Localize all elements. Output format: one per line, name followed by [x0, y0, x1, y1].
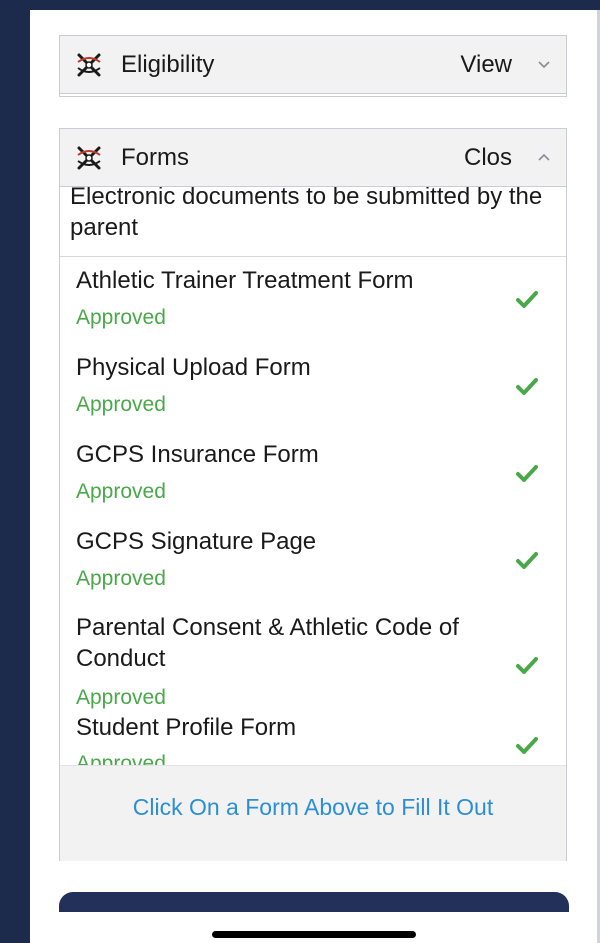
form-status: Approved: [76, 480, 166, 503]
checkmark-icon: [516, 737, 538, 754]
checkmark-icon: [516, 465, 538, 482]
app-logo-icon: [77, 146, 101, 170]
checkmark-icon: [516, 378, 538, 395]
form-item[interactable]: Parental Consent & Athletic Code of Cond…: [60, 605, 566, 715]
checkmark-icon: [516, 291, 538, 308]
form-status: Approved: [76, 393, 166, 416]
checkmark-icon: [516, 657, 538, 674]
screen: Eligibility View Forms Clos Electronic d: [30, 10, 597, 943]
form-item[interactable]: GCPS Insurance Form Approved: [60, 431, 566, 518]
form-title: Athletic Trainer Treatment Form: [76, 267, 414, 294]
forms-footer: Click On a Form Above to Fill It Out: [60, 765, 566, 861]
form-title: Physical Upload Form: [76, 354, 311, 381]
fill-form-link[interactable]: Click On a Form Above to Fill It Out: [60, 794, 566, 821]
form-status: Approved: [76, 567, 166, 590]
form-title: Student Profile Form: [76, 714, 297, 741]
forms-title: Forms: [121, 144, 189, 171]
forms-close-toggle[interactable]: Clos: [464, 143, 512, 173]
form-title: GCPS Insurance Form: [76, 441, 319, 468]
safe-area: [30, 912, 597, 943]
form-title: GCPS Signature Page: [76, 528, 317, 555]
forms-description-area: Electronic documents to be submitted by …: [60, 187, 566, 255]
form-title: Parental Consent & Athletic Code of Cond…: [76, 614, 459, 672]
form-status: Approved: [76, 686, 166, 709]
forms-panel: Forms Clos Electronic documents to be su…: [59, 128, 567, 861]
chevron-down-icon[interactable]: [536, 56, 552, 72]
chevron-up-icon[interactable]: [536, 149, 552, 165]
app-logo-icon: [77, 53, 101, 77]
eligibility-header[interactable]: Eligibility View: [60, 36, 566, 94]
checkmark-icon: [516, 552, 538, 569]
form-item[interactable]: Physical Upload Form Approved: [60, 344, 566, 431]
eligibility-title: Eligibility: [121, 51, 215, 78]
form-status: Approved: [76, 306, 166, 329]
forms-description: Electronic documents to be submitted by …: [70, 187, 543, 241]
eligibility-view-toggle[interactable]: View: [460, 50, 512, 80]
form-item[interactable]: GCPS Signature Page Approved: [60, 518, 566, 605]
form-item[interactable]: Athletic Trainer Treatment Form Approved: [60, 257, 566, 344]
eligibility-panel: Eligibility View: [59, 35, 567, 97]
forms-list: Athletic Trainer Treatment Form Approved…: [60, 257, 566, 777]
forms-header[interactable]: Forms Clos: [60, 129, 566, 187]
home-indicator[interactable]: [212, 931, 416, 938]
